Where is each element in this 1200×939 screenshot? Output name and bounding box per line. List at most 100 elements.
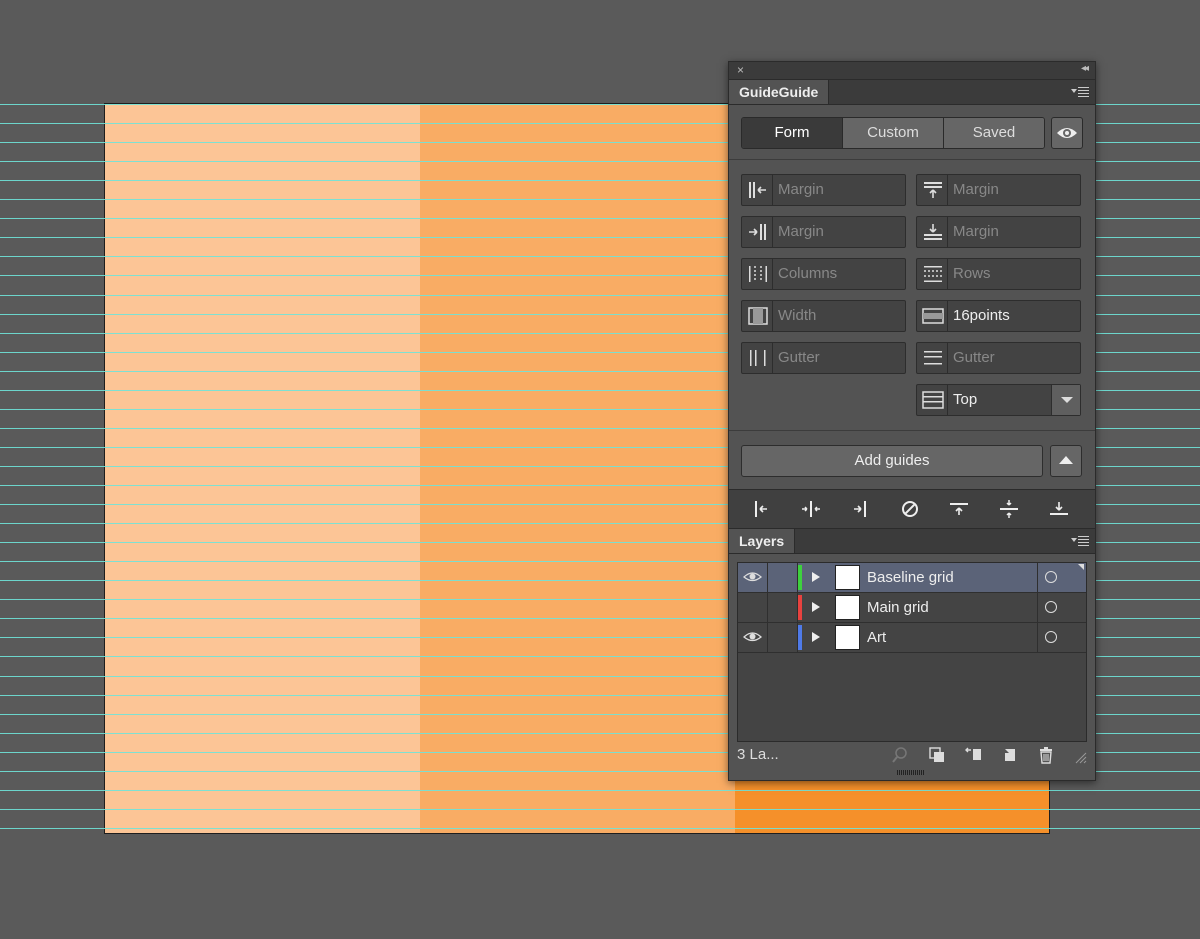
- layer-color-swatch: [798, 565, 802, 590]
- row-gutter-field[interactable]: Gutter: [916, 342, 1081, 374]
- columns-icon: [749, 266, 767, 282]
- column-gutter-icon: [750, 350, 766, 366]
- tab-custom[interactable]: Custom: [843, 118, 944, 148]
- resize-grip-icon[interactable]: [1075, 752, 1087, 764]
- row-position-value: Top: [953, 391, 978, 408]
- guideguide-tabbar: GuideGuide: [729, 80, 1095, 105]
- margin-bottom-placeholder: Margin: [953, 223, 999, 240]
- tab-saved[interactable]: Saved: [944, 118, 1044, 148]
- top-edge-guide-icon[interactable]: [948, 499, 970, 519]
- clear-guides-icon[interactable]: [899, 499, 921, 519]
- layer-thumbnail: [835, 565, 860, 590]
- guideguide-panel: × ◂◂ GuideGuide Form Custom Saved Margin: [728, 61, 1096, 781]
- layer-thumbnail: [835, 595, 860, 620]
- divider: [729, 430, 1095, 431]
- layer-name[interactable]: Art: [867, 623, 886, 652]
- mode-tabs: Form Custom Saved: [741, 117, 1045, 149]
- columns-placeholder: Columns: [778, 265, 838, 282]
- layer-color-swatch: [798, 625, 802, 650]
- panel-menu-icon[interactable]: [1071, 86, 1089, 98]
- row-gutter-icon: [924, 351, 942, 365]
- tab-layers[interactable]: Layers: [729, 529, 796, 553]
- margin-bottom-icon: [924, 224, 942, 240]
- trash-icon[interactable]: [1037, 746, 1055, 764]
- margin-right-field[interactable]: Margin: [741, 216, 906, 248]
- layers-footer: 3 La...: [729, 742, 1095, 768]
- row-height-field[interactable]: 16points: [916, 300, 1081, 332]
- tab-form[interactable]: Form: [742, 118, 843, 148]
- eye-icon: [743, 632, 762, 642]
- row-position-select[interactable]: Top: [916, 384, 1081, 416]
- layer-thumbnail: [835, 625, 860, 650]
- current-layer-indicator-icon: [1078, 564, 1084, 570]
- close-icon[interactable]: ×: [737, 63, 744, 77]
- row-height-icon: [922, 308, 944, 324]
- visibility-toggle[interactable]: [738, 563, 768, 592]
- layer-color-swatch: [798, 595, 802, 620]
- rows-icon: [924, 266, 942, 282]
- margin-top-icon: [924, 182, 942, 198]
- toggle-guides-button[interactable]: [1051, 117, 1083, 149]
- visibility-toggle[interactable]: [738, 593, 768, 622]
- margin-left-icon: [749, 182, 766, 198]
- row-position-icon: [922, 391, 944, 409]
- eye-icon: [1057, 128, 1077, 138]
- column-width-field[interactable]: Width: [741, 300, 906, 332]
- margin-bottom-field[interactable]: Margin: [916, 216, 1081, 248]
- layers-count: 3 La...: [737, 746, 779, 763]
- margin-right-icon: [749, 224, 766, 240]
- eye-icon: [743, 572, 762, 582]
- column-medium: [420, 104, 735, 833]
- layer-row-main-grid[interactable]: Main grid: [738, 593, 1086, 623]
- rows-placeholder: Rows: [953, 265, 991, 282]
- layer-name[interactable]: Baseline grid: [867, 563, 954, 592]
- layers-tabbar: Layers: [729, 529, 1095, 554]
- lock-toggle[interactable]: [768, 563, 798, 592]
- create-sublayer-icon[interactable]: [964, 746, 982, 764]
- layers-list: Baseline grid Main grid Art: [737, 562, 1087, 742]
- column-gutter-field[interactable]: Gutter: [741, 342, 906, 374]
- columns-field[interactable]: Columns: [741, 258, 906, 290]
- panel-titlebar: × ◂◂: [729, 62, 1095, 80]
- add-guides-button[interactable]: Add guides: [741, 445, 1043, 477]
- row-height-value: 16points: [953, 307, 1010, 324]
- column-light: [105, 104, 420, 833]
- margin-left-field[interactable]: Margin: [741, 174, 906, 206]
- layer-name[interactable]: Main grid: [867, 593, 929, 622]
- divider: [729, 159, 1095, 160]
- row-gutter-placeholder: Gutter: [953, 349, 995, 366]
- visibility-toggle[interactable]: [738, 623, 768, 652]
- target-circle-icon[interactable]: [1045, 571, 1057, 583]
- collapse-icon[interactable]: ◂◂: [1081, 63, 1089, 74]
- layers-menu-icon[interactable]: [1071, 535, 1089, 547]
- margin-right-placeholder: Margin: [778, 223, 824, 240]
- margin-top-field[interactable]: Margin: [916, 174, 1081, 206]
- column-width-icon: [748, 307, 768, 325]
- column-width-placeholder: Width: [778, 307, 817, 324]
- chevron-down-icon[interactable]: [1051, 385, 1080, 415]
- left-edge-guide-icon[interactable]: [751, 499, 773, 519]
- vertical-midpoint-guide-icon[interactable]: [800, 499, 822, 519]
- collapse-form-button[interactable]: [1050, 445, 1082, 477]
- target-circle-icon[interactable]: [1045, 601, 1057, 613]
- quick-guides-bar: [729, 489, 1095, 529]
- margin-left-placeholder: Margin: [778, 181, 824, 198]
- margin-top-placeholder: Margin: [953, 181, 999, 198]
- lock-toggle[interactable]: [768, 593, 798, 622]
- rows-field[interactable]: Rows: [916, 258, 1081, 290]
- layer-row-art[interactable]: Art: [738, 623, 1086, 653]
- right-edge-guide-icon[interactable]: [849, 499, 871, 519]
- new-layer-icon[interactable]: [1001, 746, 1019, 764]
- make-clipping-mask-icon[interactable]: [928, 746, 946, 764]
- expand-arrow-icon[interactable]: [812, 632, 820, 642]
- tab-guideguide[interactable]: GuideGuide: [729, 80, 830, 104]
- bottom-edge-guide-icon[interactable]: [1048, 499, 1070, 519]
- target-circle-icon[interactable]: [1045, 631, 1057, 643]
- expand-arrow-icon[interactable]: [812, 572, 820, 582]
- search-icon[interactable]: [891, 746, 909, 764]
- lock-toggle[interactable]: [768, 623, 798, 652]
- panel-resize-handle[interactable]: [897, 770, 925, 775]
- expand-arrow-icon[interactable]: [812, 602, 820, 612]
- layer-row-baseline-grid[interactable]: Baseline grid: [738, 563, 1086, 593]
- horizontal-midpoint-guide-icon[interactable]: [998, 499, 1020, 519]
